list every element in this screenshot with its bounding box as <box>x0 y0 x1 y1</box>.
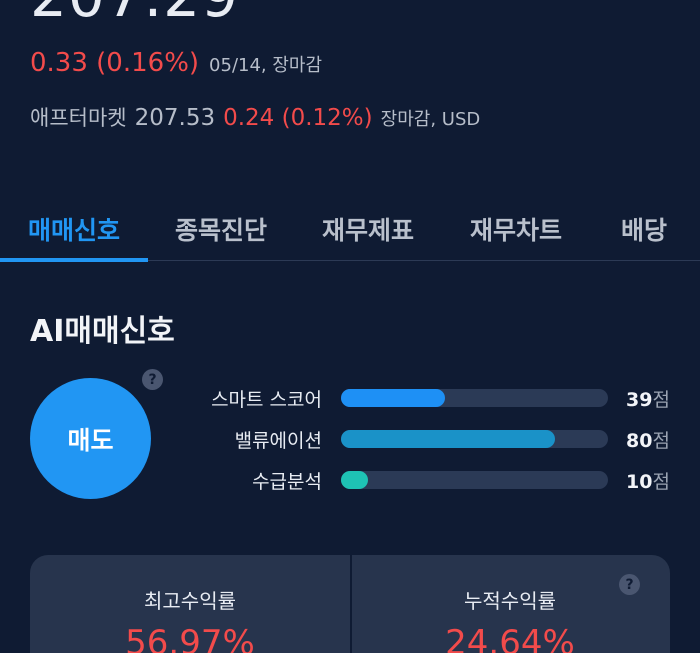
score-bar-fill <box>341 430 555 448</box>
after-market-label: 애프터마켓 <box>30 106 127 130</box>
score-bar-fill <box>341 389 446 407</box>
after-market-change: 0.24 (0.12%) <box>223 105 373 131</box>
tab-financial-charts[interactable]: 재무차트 <box>470 211 562 247</box>
stock-detail-page: 207.29 0.33 (0.16%) 05/14, 장마감 애프터마켓 207… <box>0 0 700 653</box>
help-icon[interactable]: ? <box>619 574 640 595</box>
tab-bar: 매매신호 종목진단 재무제표 재무차트 배당 <box>0 205 700 262</box>
tab-stock-diagnosis[interactable]: 종목진단 <box>175 211 267 247</box>
price-change: 0.33 (0.16%) <box>30 48 200 78</box>
price-change-row: 0.33 (0.16%) 05/14, 장마감 <box>30 48 322 78</box>
max-return-value: 56.97% <box>125 623 255 653</box>
tab-financial-statements[interactable]: 재무제표 <box>322 211 414 247</box>
after-market-meta: 장마감, USD <box>380 109 481 130</box>
score-label: 밸류에이션 <box>234 430 322 452</box>
score-bar-fill <box>341 471 368 489</box>
after-market-price: 207.53 <box>134 105 216 131</box>
price-change-meta: 05/14, 장마감 <box>209 55 323 76</box>
after-market-row: 애프터마켓 207.53 0.24 (0.12%) 장마감, USD <box>30 102 480 132</box>
section-title: AI매매신호 <box>30 314 175 349</box>
active-tab-indicator <box>0 258 148 262</box>
tab-dividend[interactable]: 배당 <box>621 211 667 247</box>
tab-trading-signal[interactable]: 매매신호 <box>28 211 120 247</box>
score-label: 수급분석 <box>252 471 322 493</box>
max-return-label: 최고수익률 <box>144 589 236 613</box>
score-row-smart: 스마트 스코어 39점 <box>0 383 700 413</box>
current-price: 207.29 <box>30 0 239 26</box>
score-label: 스마트 스코어 <box>211 389 322 411</box>
returns-card: 최고수익률 56.97% 누적수익률 24.64% ? <box>30 555 670 653</box>
score-value: 80점 <box>626 430 670 452</box>
score-value: 10점 <box>626 471 670 493</box>
cumulative-return-value: 24.64% <box>445 623 575 653</box>
score-bar-track <box>341 430 608 448</box>
score-bar-track <box>341 389 608 407</box>
score-value: 39점 <box>626 389 670 411</box>
score-bar-track <box>341 471 608 489</box>
score-row-valuation: 밸류에이션 80점 <box>0 424 700 454</box>
score-row-supply-demand: 수급분석 10점 <box>0 465 700 495</box>
